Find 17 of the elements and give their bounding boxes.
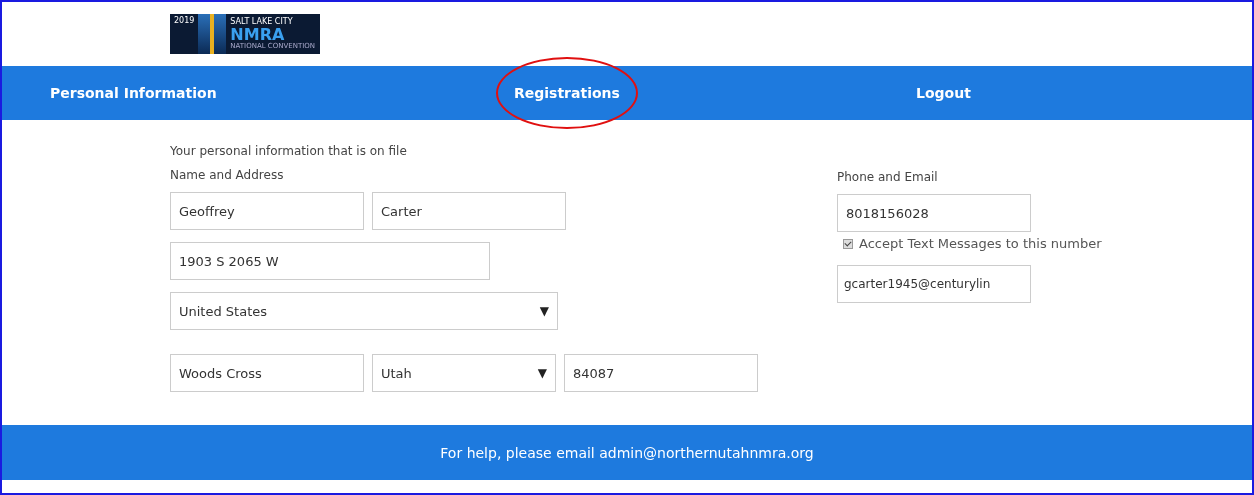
input-field[interactable]: gcarter1945@centurylin (837, 265, 1031, 303)
select-field[interactable]: Utah ▼ (372, 354, 556, 392)
nav-link[interactable]: Personal Information (32, 57, 235, 129)
input-field[interactable]: 8018156028 (837, 194, 1031, 232)
input-field[interactable]: Geoffrey (170, 192, 364, 230)
input-field[interactable]: Carter (372, 192, 566, 230)
section-heading: Phone and Email (837, 170, 939, 184)
circled-nav-link[interactable]: Registrations (496, 57, 638, 129)
section-heading: Name and Address (170, 168, 285, 182)
input-field[interactable]: 1903 S 2065 W (170, 242, 490, 280)
select-field[interactable]: United States ▼ (170, 292, 558, 330)
input-field[interactable]: 84087 (564, 354, 758, 392)
nav-link[interactable]: Logout (898, 57, 989, 129)
footer-text: For help, please email admin@northernutahnmra.org (2, 425, 1252, 480)
input-field[interactable]: Woods Cross (170, 354, 364, 392)
checkbox-label: Accept Text Messages to this number (859, 236, 1102, 251)
intro-text: Your personal information that is on file (170, 144, 408, 158)
